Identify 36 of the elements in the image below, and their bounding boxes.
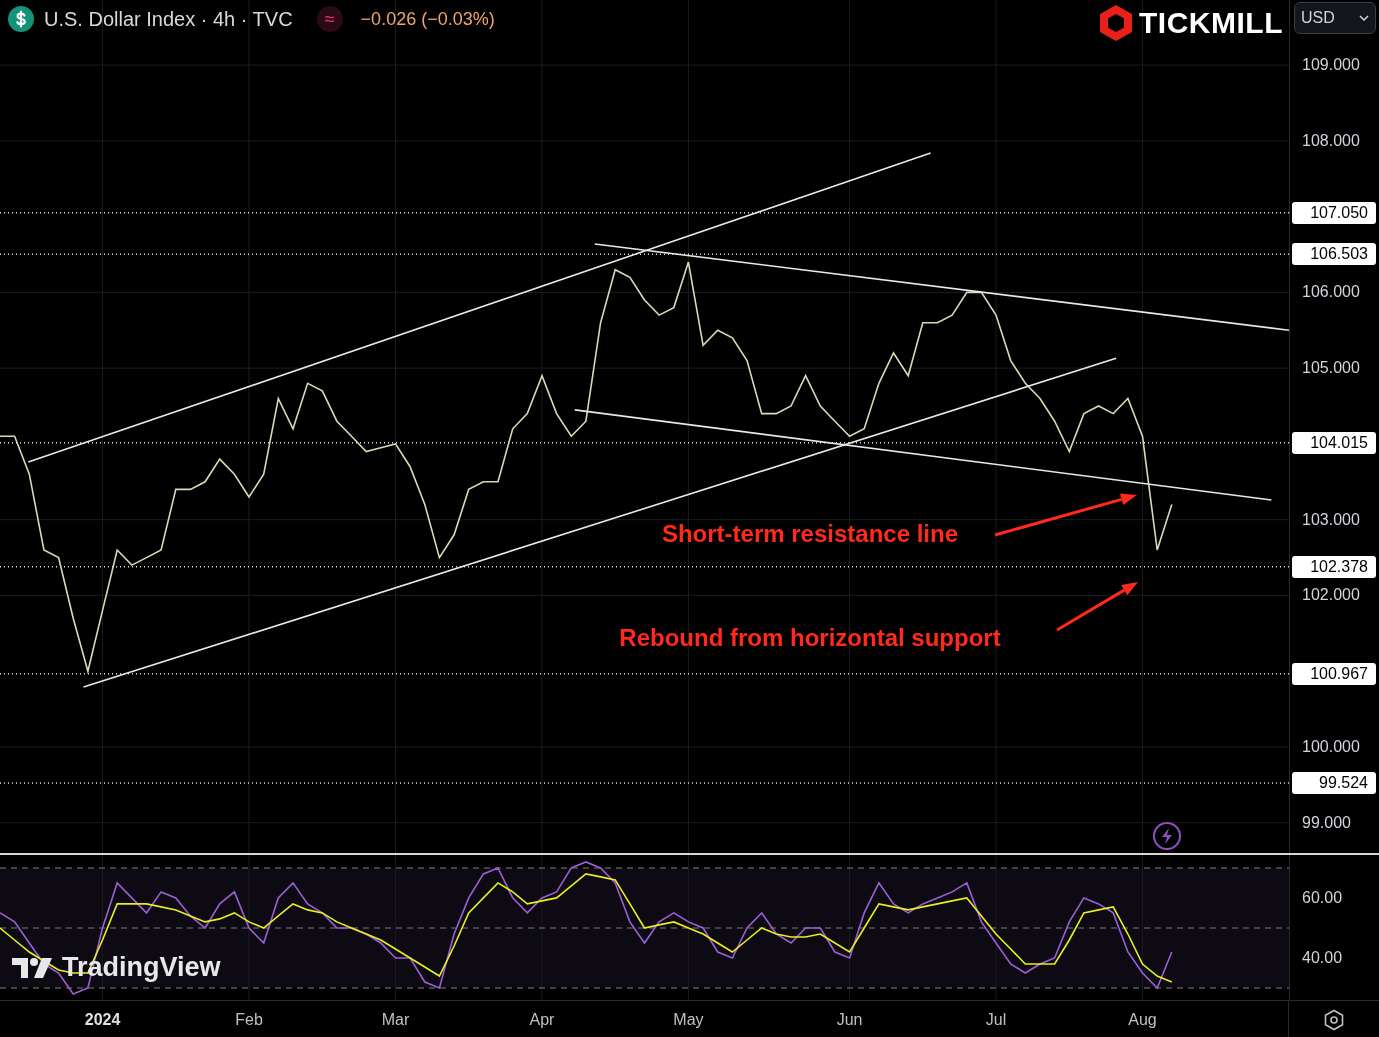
time-tick-label: 2024: [84, 1011, 121, 1029]
time-tick-label: Feb: [235, 1011, 263, 1029]
chevron-down-icon: [1359, 15, 1369, 21]
annotation-text: Short-term resistance line: [661, 520, 959, 548]
time-tick-label: Aug: [1128, 1011, 1157, 1029]
price-tick-label: 103.000: [1302, 510, 1360, 529]
annotation-text: Rebound from horizontal support: [619, 624, 1001, 652]
level-price-label: 106.503: [1292, 243, 1376, 266]
level-price-label: 104.015: [1292, 431, 1376, 454]
price-tick-label: 105.000: [1302, 359, 1360, 378]
time-tick-label: Jun: [836, 1011, 863, 1029]
price-change: −0.026 (−0.03%): [360, 8, 495, 30]
change-badge: ≈: [316, 6, 343, 32]
time-tick-label: May: [673, 1011, 704, 1029]
price-tick-label: 100.000: [1302, 737, 1360, 756]
rsi-tick-label: 60.00: [1302, 888, 1343, 907]
brand-name: TICKMILL: [1139, 6, 1283, 40]
price-tick-label: 102.000: [1302, 586, 1360, 605]
level-price-label: 99.524: [1292, 772, 1376, 794]
settings-icon[interactable]: [1323, 1008, 1346, 1031]
price-tick-label: 109.000: [1302, 56, 1360, 75]
price-tick-label: 99.000: [1302, 813, 1351, 832]
time-tick-label: Mar: [381, 1011, 410, 1029]
time-tick-label: Apr: [529, 1011, 555, 1029]
level-price-label: 102.378: [1292, 555, 1376, 578]
level-price-label: 100.967: [1292, 662, 1376, 685]
time-tick-label: Jul: [985, 1011, 1007, 1029]
chart-title: U.S. Dollar Index · 4h · TVC: [44, 7, 293, 31]
dollar-icon: [8, 6, 34, 32]
hexagon-logo-icon: [1099, 4, 1134, 42]
lightning-icon[interactable]: [1152, 821, 1182, 851]
price-tick-label: 108.000: [1302, 131, 1360, 150]
currency-select[interactable]: USD: [1294, 2, 1376, 34]
level-price-label: 107.050: [1292, 201, 1376, 224]
rsi-tick-label: 40.00: [1302, 948, 1343, 967]
price-tick-label: 106.000: [1302, 283, 1360, 302]
